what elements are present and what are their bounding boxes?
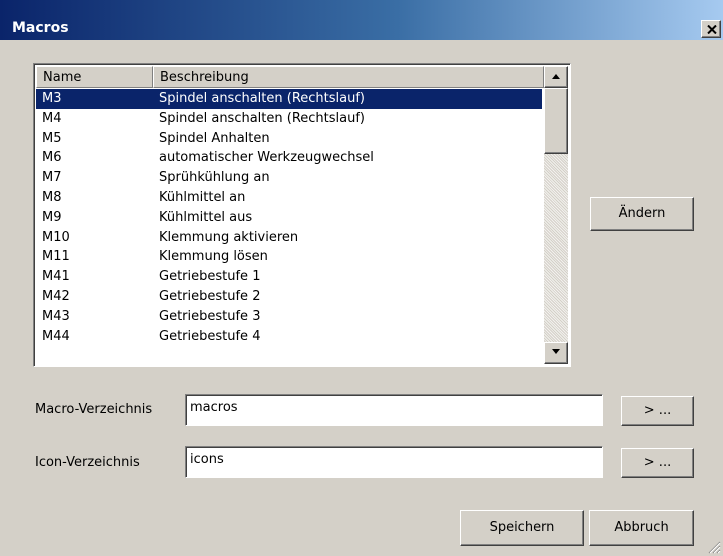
- macro-name: M3: [42, 91, 62, 106]
- macro-description: Getriebestufe 2: [159, 288, 261, 304]
- arrow-up-icon: [552, 74, 560, 79]
- macro-name: M9: [42, 209, 62, 225]
- list-item[interactable]: M8 Kühlmittel an: [36, 188, 542, 208]
- list-item[interactable]: M11 Klemmung lösen: [36, 247, 542, 267]
- list-item[interactable]: M3 Spindel anschalten (Rechtslauf): [36, 89, 542, 109]
- resize-grip-icon[interactable]: [707, 540, 721, 554]
- column-header-description[interactable]: Beschreibung: [153, 66, 544, 88]
- macro-name: M8: [42, 189, 62, 205]
- macro-description: automatischer Werkzeugwechsel: [159, 150, 374, 166]
- list-item[interactable]: M7 Sprühkühlung an: [36, 168, 542, 188]
- list-item[interactable]: M42 Getriebestufe 2: [36, 287, 542, 307]
- list-item[interactable]: M5 Spindel Anhalten: [36, 129, 542, 149]
- macro-name: M42: [42, 288, 70, 304]
- close-button[interactable]: [701, 20, 721, 38]
- macro-description: Getriebestufe 1: [159, 269, 261, 285]
- macro-name: M5: [42, 130, 62, 146]
- column-header-name[interactable]: Name: [36, 66, 153, 88]
- macro-name: M11: [42, 249, 70, 265]
- macro-name: M10: [42, 229, 70, 245]
- browse-icon-dir-button[interactable]: > ...: [621, 448, 694, 478]
- macro-description: Kühlmittel aus: [159, 209, 253, 225]
- macro-description: Spindel anschalten (Rechtslauf): [159, 91, 366, 106]
- scroll-down-button[interactable]: [544, 342, 568, 364]
- list-item[interactable]: M41 Getriebestufe 1: [36, 267, 542, 287]
- icon-dir-input[interactable]: icons: [185, 446, 603, 478]
- list-item[interactable]: M44 Getriebestufe 4: [36, 327, 542, 347]
- macro-description: Klemmung lösen: [159, 249, 268, 265]
- macro-description: Getriebestufe 4: [159, 328, 261, 344]
- cancel-button[interactable]: Abbruch: [589, 510, 694, 546]
- scroll-up-button[interactable]: [544, 66, 568, 88]
- macro-description: Sprühkühlung an: [159, 170, 270, 186]
- edit-button[interactable]: Ändern: [590, 197, 694, 231]
- macro-description: Spindel Anhalten: [159, 130, 270, 146]
- macro-list[interactable]: Name Beschreibung M3 Spindel anschalten (…: [33, 63, 571, 367]
- list-item[interactable]: M43 Getriebestufe 3: [36, 307, 542, 327]
- macro-description: Klemmung aktivieren: [159, 229, 299, 245]
- save-button[interactable]: Speichern: [460, 510, 584, 546]
- macro-description: Getriebestufe 3: [159, 308, 261, 324]
- list-item[interactable]: M9 Kühlmittel aus: [36, 208, 542, 228]
- icon-dir-label: Icon-Verzeichnis: [35, 455, 140, 470]
- macro-dir-input[interactable]: macros: [185, 394, 603, 426]
- list-item[interactable]: M6 automatischer Werkzeugwechsel: [36, 148, 542, 168]
- close-icon: [707, 25, 717, 34]
- list-item[interactable]: M4 Spindel anschalten (Rechtslauf): [36, 109, 542, 129]
- macro-description: Spindel anschalten (Rechtslauf): [159, 110, 366, 126]
- macro-name: M6: [42, 150, 62, 166]
- list-rows: M3 Spindel anschalten (Rechtslauf) M4 Spind…: [36, 89, 542, 364]
- vertical-scrollbar[interactable]: [544, 66, 568, 364]
- list-header: Name Beschreibung: [36, 66, 544, 88]
- macro-name: M4: [42, 110, 62, 126]
- scroll-thumb[interactable]: [544, 88, 568, 154]
- macro-dir-label: Macro-Verzeichnis: [35, 402, 153, 417]
- macro-name: M43: [42, 308, 70, 324]
- macro-name: M44: [42, 328, 70, 344]
- macro-description: Kühlmittel an: [159, 189, 246, 205]
- arrow-down-icon: [552, 349, 560, 354]
- macro-name: M41: [42, 269, 70, 285]
- list-item[interactable]: M10 Klemmung aktivieren: [36, 228, 542, 248]
- window-title: Macros: [12, 20, 69, 36]
- title-bar: Macros: [0, 0, 723, 40]
- browse-macro-dir-button[interactable]: > ...: [621, 396, 694, 426]
- macro-name: M7: [42, 170, 62, 186]
